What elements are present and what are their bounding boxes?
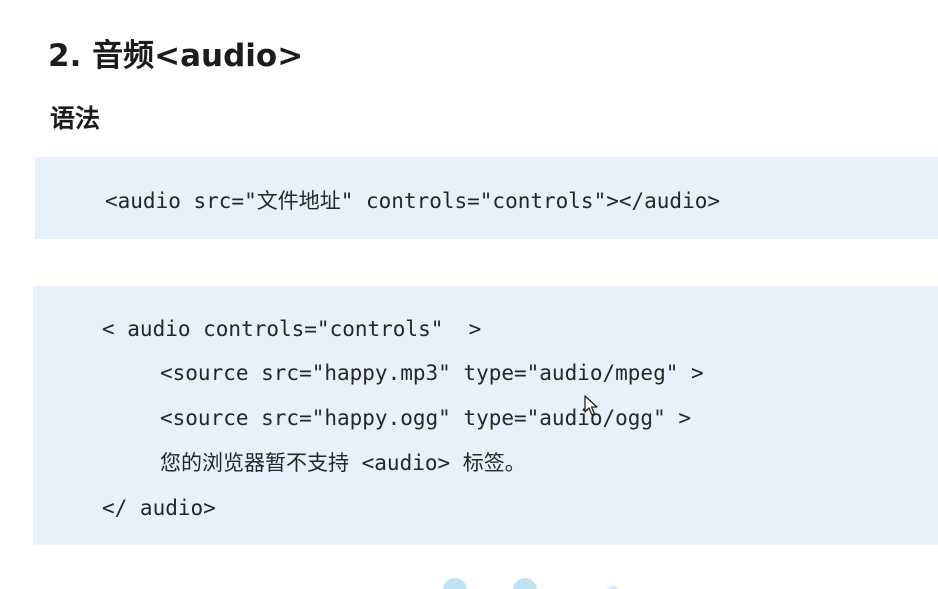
code-line: <source src="happy.ogg" type="audio/ogg"… <box>160 406 692 430</box>
code-line: <source src="happy.mp3" type="audio/mpeg… <box>160 361 704 385</box>
section-title: 2. 音频<audio> <box>48 38 304 74</box>
decorative-dot <box>443 578 467 589</box>
mouse-pointer-icon <box>584 395 598 416</box>
code-line: 您的浏览器暂不支持 <audio> 标签。 <box>160 451 526 475</box>
decorative-dot <box>513 578 537 589</box>
code-line: </ audio> <box>102 496 216 520</box>
syntax-label: 语法 <box>50 104 101 133</box>
code-line: <audio src="文件地址" controls="controls"></… <box>105 189 721 213</box>
code-line: < audio controls="controls" > <box>102 317 482 341</box>
